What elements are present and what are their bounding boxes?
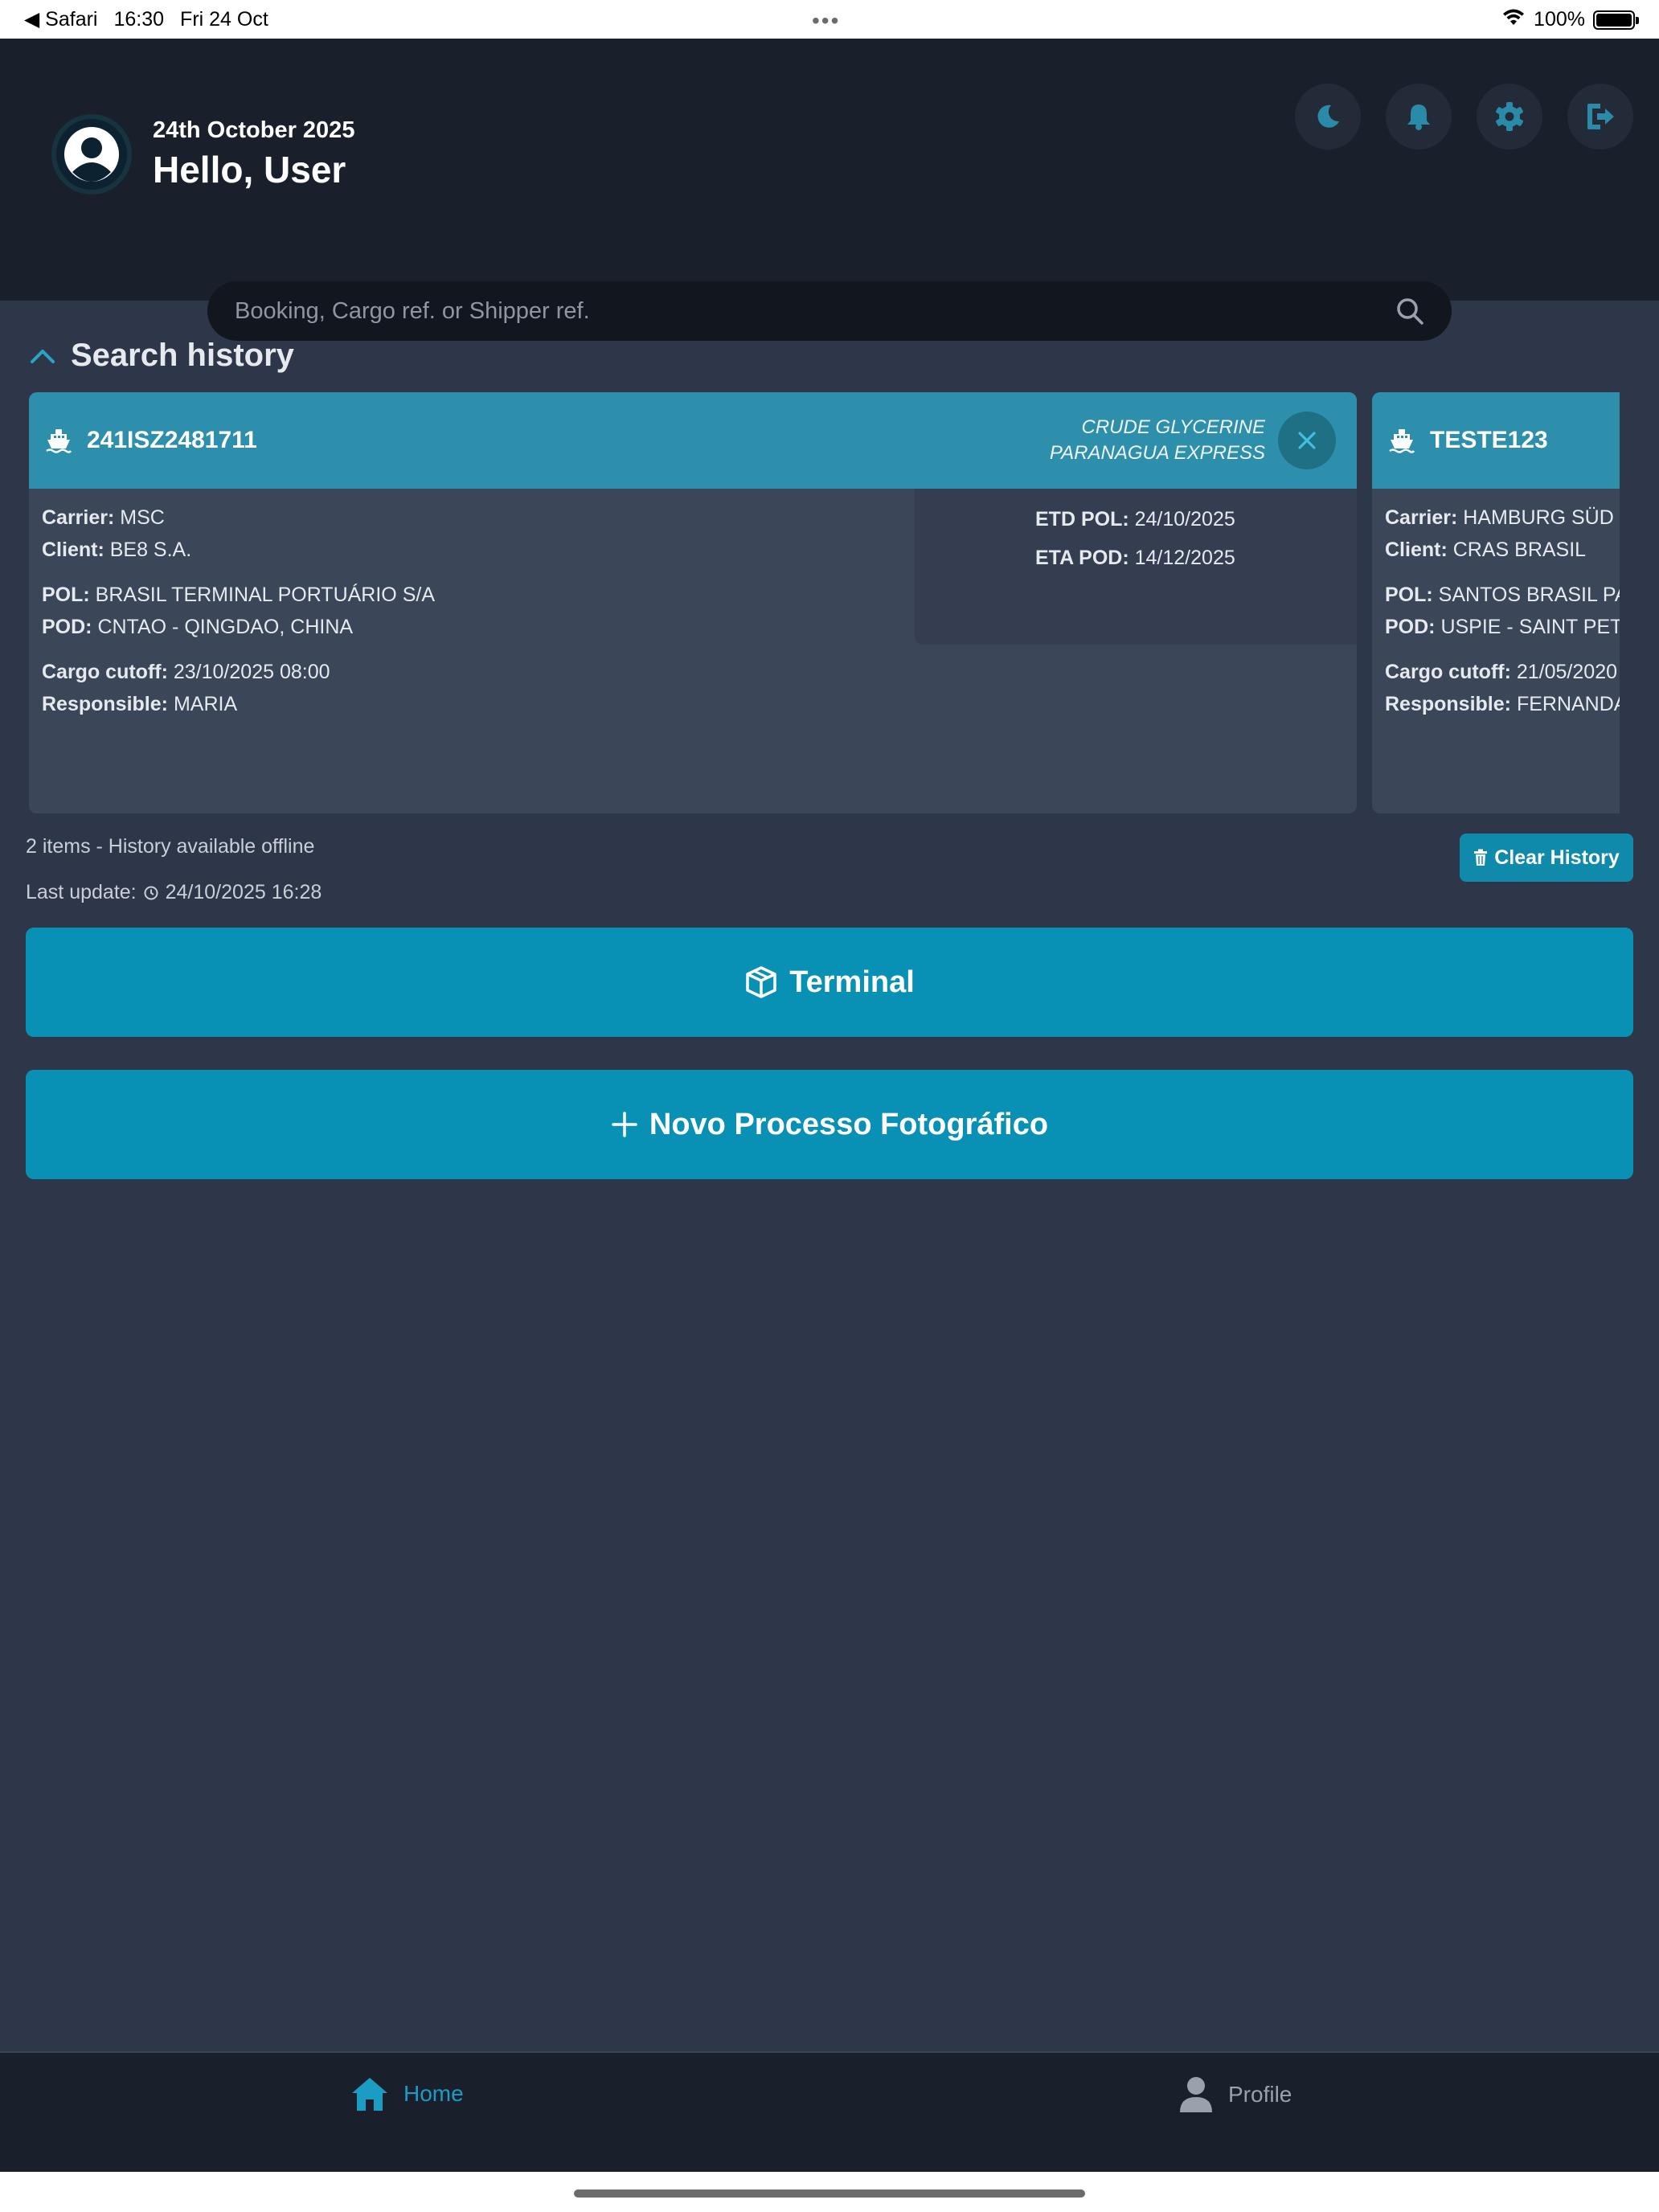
eta-label: ETA POD: (1035, 547, 1129, 569)
back-to-app-link[interactable]: ◀ Safari (24, 7, 97, 31)
carrier-value: MSC (120, 506, 165, 529)
pol-label: POL: (1385, 584, 1433, 606)
notifications-button[interactable] (1386, 84, 1452, 150)
pol-value: SANTOS BRASIL PA (1438, 584, 1620, 606)
new-photo-process-button[interactable]: Novo Processo Fotográfico (26, 1070, 1633, 1179)
battery-icon (1593, 10, 1639, 30)
bottom-navigation: Home Profile (0, 2051, 1659, 2172)
clock-icon (144, 886, 158, 899)
pod-label: POD: (42, 616, 92, 638)
responsible-label: Responsible: (1385, 693, 1511, 715)
carrier-label: Carrier: (1385, 506, 1458, 529)
carrier-value: HAMBURG SÜD (1463, 506, 1614, 529)
etd-label: ETD POL: (1035, 508, 1129, 530)
card-details: Carrier: HAMBURG SÜD Client: CRAS BRASIL… (1372, 489, 1620, 733)
card-header: 241ISZ2481711 CRUDE GLYCERINE PARANAGUA … (29, 392, 1357, 489)
history-summary: 2 items - History available offline (26, 835, 315, 858)
trash-icon (1474, 849, 1488, 866)
dark-mode-button[interactable] (1295, 84, 1361, 150)
client-label: Client: (1385, 539, 1448, 561)
multitasking-dots[interactable]: ••• (812, 8, 840, 34)
logout-button[interactable] (1567, 84, 1633, 150)
search-icon[interactable] (1395, 297, 1424, 326)
person-icon (1180, 2077, 1212, 2112)
battery-percent: 100% (1534, 8, 1585, 31)
search-history-toggle[interactable]: Search history (29, 338, 294, 374)
booking-ref: TESTE123 (1430, 427, 1548, 453)
nav-home-label: Home (403, 2081, 464, 2106)
last-update-value: 24/10/2025 16:28 (165, 881, 322, 903)
last-update: Last update: 24/10/2025 16:28 (26, 881, 322, 904)
last-update-label: Last update: (26, 881, 137, 903)
cutoff-label: Cargo cutoff: (42, 661, 168, 683)
plus-icon (612, 1112, 637, 1137)
user-circle-icon (64, 127, 119, 182)
home-icon (352, 2078, 387, 2111)
vessel-name: PARANAGUA EXPRESS (1049, 442, 1265, 464)
search-input[interactable] (235, 297, 1395, 325)
nav-home[interactable]: Home (350, 2075, 464, 2112)
header-date: 24th October 2025 (153, 117, 355, 143)
terminal-label: Terminal (789, 965, 915, 999)
ship-icon (1389, 429, 1415, 453)
clear-history-label: Clear History (1494, 846, 1620, 869)
eta-value: 14/12/2025 (1134, 547, 1235, 569)
responsible-value: FERNANDA (1516, 693, 1620, 715)
terminal-button[interactable]: Terminal (26, 928, 1633, 1037)
close-icon (1298, 432, 1316, 449)
logout-icon (1587, 104, 1614, 129)
history-card[interactable]: TESTE123 Carrier: HAMBURG SÜD Client: CR… (1372, 392, 1620, 813)
box-icon (746, 966, 776, 998)
status-bar: ◀ Safari 16:30 Fri 24 Oct ••• 100% (0, 0, 1659, 39)
moon-icon (1317, 104, 1339, 128)
status-time: 16:30 (113, 7, 165, 31)
etd-value: 24/10/2025 (1134, 508, 1235, 530)
client-label: Client: (42, 539, 104, 561)
search-history-title: Search history (71, 338, 294, 373)
booking-ref: 241ISZ2481711 (87, 427, 257, 453)
dates-panel: ETD POL: 24/10/2025 ETA POD: 14/12/2025 (915, 489, 1357, 645)
remove-card-button[interactable] (1278, 412, 1336, 469)
chevron-up-icon (31, 349, 55, 363)
clear-history-button[interactable]: Clear History (1460, 834, 1633, 882)
nav-profile-label: Profile (1228, 2082, 1292, 2107)
client-value: BE8 S.A. (109, 539, 192, 561)
ship-icon (46, 429, 72, 453)
card-header: TESTE123 (1372, 392, 1620, 489)
new-photo-process-label: Novo Processo Fotográfico (649, 1107, 1049, 1141)
vessel-info: CRUDE GLYCERINE PARANAGUA EXPRESS (1050, 415, 1265, 466)
bell-icon (1407, 104, 1430, 130)
cutoff-value: 21/05/2020 (1516, 661, 1617, 683)
responsible-label: Responsible: (42, 693, 168, 715)
carrier-label: Carrier: (42, 506, 115, 529)
avatar[interactable] (51, 114, 132, 195)
greeting-title: Hello, User (153, 149, 346, 190)
search-bar[interactable] (207, 281, 1452, 341)
pod-label: POD: (1385, 616, 1436, 638)
home-indicator[interactable] (574, 2189, 1085, 2198)
pol-label: POL: (42, 584, 90, 606)
cutoff-label: Cargo cutoff: (1385, 661, 1511, 683)
settings-button[interactable] (1477, 84, 1542, 150)
nav-profile[interactable]: Profile (1178, 2075, 1292, 2114)
pod-value: USPIE - SAINT PETE (1440, 616, 1620, 638)
client-value: CRAS BRASIL (1452, 539, 1587, 561)
home-indicator-area (0, 2172, 1659, 2212)
cargo-description: CRUDE GLYCERINE (1081, 416, 1265, 438)
wifi-icon (1501, 7, 1526, 32)
gear-icon (1496, 102, 1523, 131)
cutoff-value: 23/10/2025 08:00 (173, 661, 330, 683)
status-date: Fri 24 Oct (180, 7, 268, 31)
responsible-value: MARIA (173, 693, 238, 715)
pol-value: BRASIL TERMINAL PORTUÁRIO S/A (95, 584, 435, 606)
pod-value: CNTAO - QINGDAO, CHINA (97, 616, 354, 638)
